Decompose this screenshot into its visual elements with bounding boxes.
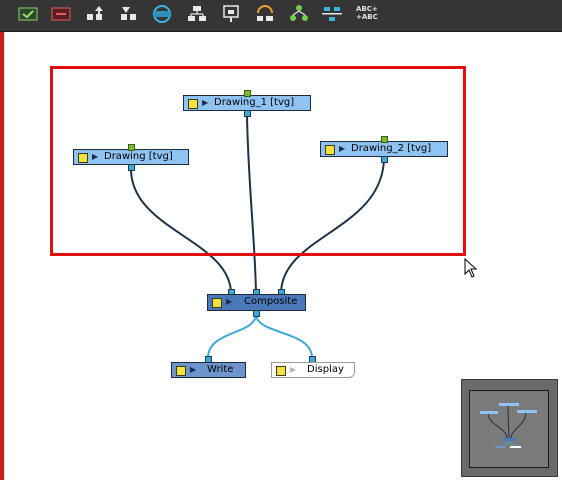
group-nodes-icon xyxy=(188,6,206,21)
peg-link-button[interactable] xyxy=(151,4,173,24)
peg-link-icon xyxy=(153,5,171,23)
move-down-network-button[interactable] xyxy=(118,4,140,24)
node-library-icon xyxy=(257,5,273,21)
move-up-network-icon xyxy=(87,6,103,20)
node-tree-icon xyxy=(290,5,308,21)
move-up-network-button[interactable] xyxy=(84,4,106,24)
node-tree-button[interactable] xyxy=(288,4,310,24)
rename-nodes-icon: ABC+ +ABC xyxy=(356,5,378,21)
rename-nodes-button[interactable]: ABC+ +ABC xyxy=(356,5,378,21)
node-display[interactable]: ▶ Display xyxy=(271,362,355,378)
enable-checkbox[interactable] xyxy=(212,298,222,308)
enable-checkbox[interactable] xyxy=(176,366,186,376)
node-label: Composite xyxy=(244,296,298,307)
navigator-preview xyxy=(480,403,537,448)
node-view-toolbar: ABC+ +ABC xyxy=(0,0,562,32)
composite-output-port[interactable] xyxy=(253,310,260,317)
group-nodes-button[interactable] xyxy=(186,4,208,24)
node-write[interactable]: ▶ Write xyxy=(171,362,246,378)
node-label: Write xyxy=(207,364,234,375)
node-composite[interactable]: ▶ Composite xyxy=(207,294,306,311)
disable-node-button[interactable] xyxy=(50,4,72,24)
play-icon: ▶ xyxy=(226,297,233,306)
align-nodes-button[interactable] xyxy=(321,4,343,24)
node-library-button[interactable] xyxy=(254,4,276,24)
node-label: Display xyxy=(307,364,344,375)
navigator-thumbnail[interactable] xyxy=(461,379,558,477)
disable-node-icon xyxy=(51,7,71,21)
selection-rectangle xyxy=(50,66,466,256)
enable-checkmark-button[interactable] xyxy=(17,4,39,24)
display-node-icon xyxy=(223,5,239,22)
display-node-button[interactable] xyxy=(220,4,242,24)
node-view-window: ABC+ +ABC ▶ Drawing_1 [tvg] ▶ Drawing [t… xyxy=(0,0,562,480)
enable-checkbox[interactable] xyxy=(276,366,286,376)
move-down-network-icon xyxy=(121,7,136,20)
mouse-pointer-icon xyxy=(464,258,478,278)
play-icon: ▶ xyxy=(290,365,297,374)
align-nodes-icon xyxy=(322,7,342,21)
play-icon: ▶ xyxy=(190,365,197,374)
enable-checkmark-icon xyxy=(18,7,38,21)
